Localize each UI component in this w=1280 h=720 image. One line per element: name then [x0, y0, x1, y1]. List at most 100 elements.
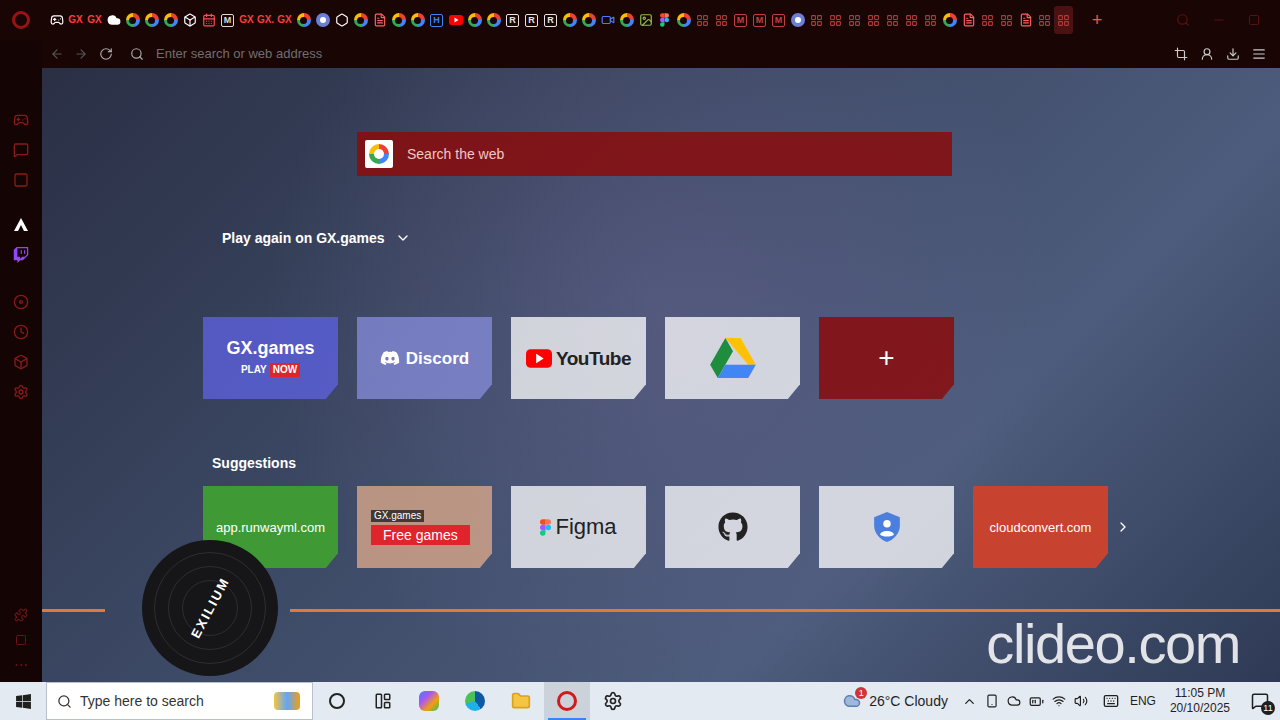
clock[interactable]: 11:05 PM20/10/2025: [1170, 686, 1240, 716]
tab[interactable]: [446, 6, 465, 34]
music-icon[interactable]: [13, 294, 29, 310]
snapshot-icon[interactable]: [1174, 47, 1188, 61]
play-again[interactable]: Play again on GX.games: [222, 228, 1280, 248]
tab[interactable]: [199, 6, 218, 34]
taskbar-app[interactable]: [498, 682, 544, 720]
tab[interactable]: [598, 6, 617, 34]
tab[interactable]: [693, 6, 712, 34]
suggestion-tile[interactable]: [819, 486, 954, 568]
tab[interactable]: R: [541, 6, 560, 34]
tray-chevron-icon[interactable]: [962, 694, 977, 709]
tab[interactable]: GX.: [256, 6, 275, 34]
tab[interactable]: [579, 6, 598, 34]
tab[interactable]: [465, 6, 484, 34]
reload-icon[interactable]: [99, 47, 113, 61]
tab[interactable]: M: [731, 6, 750, 34]
settings-icon[interactable]: [13, 384, 29, 400]
taskbar-search[interactable]: Type here to search: [46, 682, 313, 720]
tab[interactable]: [617, 6, 636, 34]
taskbar-app[interactable]: [544, 682, 590, 720]
tab[interactable]: GX: [66, 6, 85, 34]
phone-icon[interactable]: [985, 694, 999, 708]
start-button[interactable]: [0, 682, 46, 720]
notifications[interactable]: 11: [1240, 682, 1280, 720]
suggestion-tile[interactable]: [665, 486, 800, 568]
tab[interactable]: [826, 6, 845, 34]
tab[interactable]: [883, 6, 902, 34]
tab[interactable]: [313, 6, 332, 34]
music-player[interactable]: EXILIUM: [142, 540, 278, 676]
tab[interactable]: M: [769, 6, 788, 34]
back-icon[interactable]: [50, 47, 64, 61]
sidebar-more[interactable]: ⋯: [14, 658, 28, 672]
messenger-icon[interactable]: [13, 142, 29, 158]
tab[interactable]: H: [427, 6, 446, 34]
speed-dial-tile[interactable]: [665, 317, 800, 399]
tab[interactable]: [902, 6, 921, 34]
aria-icon[interactable]: [13, 217, 29, 233]
tab[interactable]: [674, 6, 693, 34]
forward-icon[interactable]: [74, 47, 88, 61]
tab[interactable]: [1054, 6, 1073, 34]
tab[interactable]: [636, 6, 655, 34]
gx-control-icon[interactable]: [13, 112, 29, 128]
keyboard-icon[interactable]: [1102, 693, 1120, 709]
next-icon[interactable]: [1115, 519, 1131, 535]
tab[interactable]: M: [750, 6, 769, 34]
tab[interactable]: GX: [237, 6, 256, 34]
tab-search-icon[interactable]: [1176, 13, 1190, 27]
search-box[interactable]: Search the web: [357, 132, 952, 176]
tab[interactable]: R: [503, 6, 522, 34]
tab[interactable]: [978, 6, 997, 34]
suggestion-tile[interactable]: cloudconvert.com: [973, 486, 1108, 568]
wifi-icon[interactable]: [1052, 694, 1066, 708]
language[interactable]: ENG: [1130, 692, 1170, 710]
tab[interactable]: [47, 6, 66, 34]
tab[interactable]: [294, 6, 313, 34]
tab[interactable]: [788, 6, 807, 34]
battery-icon[interactable]: [1029, 694, 1044, 709]
taskbar-app[interactable]: [406, 682, 452, 720]
new-tab-button[interactable]: +: [1083, 6, 1111, 34]
onedrive-icon[interactable]: [1007, 694, 1021, 708]
tab[interactable]: [1035, 6, 1054, 34]
tab[interactable]: [351, 6, 370, 34]
history-icon[interactable]: [13, 324, 29, 340]
download-icon[interactable]: [1226, 47, 1240, 61]
tab[interactable]: R: [522, 6, 541, 34]
tab[interactable]: [1016, 6, 1035, 34]
minimize-icon[interactable]: [1212, 13, 1226, 27]
tab[interactable]: [332, 6, 351, 34]
tab[interactable]: [864, 6, 883, 34]
tab[interactable]: [180, 6, 199, 34]
extensions-icon[interactable]: [13, 354, 29, 370]
tab[interactable]: [123, 6, 142, 34]
tab[interactable]: [845, 6, 864, 34]
tab[interactable]: GX: [275, 6, 294, 34]
taskbar-app[interactable]: [314, 682, 360, 720]
instagram-icon[interactable]: [13, 172, 29, 188]
player-icon[interactable]: [14, 608, 28, 622]
maximize-icon[interactable]: [1248, 14, 1260, 26]
tab[interactable]: [161, 6, 180, 34]
tab[interactable]: [940, 6, 959, 34]
suggestion-tile[interactable]: GX.gamesFree games: [357, 486, 492, 568]
suggestion-tile[interactable]: Figma: [511, 486, 646, 568]
add-tile[interactable]: +: [819, 317, 954, 399]
taskbar-app[interactable]: [590, 682, 636, 720]
tab[interactable]: [389, 6, 408, 34]
tab[interactable]: [560, 6, 579, 34]
tab[interactable]: GX: [85, 6, 104, 34]
tab[interactable]: [997, 6, 1016, 34]
tab[interactable]: [655, 6, 674, 34]
tab[interactable]: [408, 6, 427, 34]
taskbar-app[interactable]: [360, 682, 406, 720]
twitch-icon[interactable]: [13, 247, 29, 263]
easy-setup-icon[interactable]: [1252, 47, 1266, 61]
gx-corner-icon[interactable]: [15, 634, 27, 646]
tab[interactable]: [142, 6, 161, 34]
tab[interactable]: [959, 6, 978, 34]
tab[interactable]: [921, 6, 940, 34]
tab[interactable]: [104, 6, 123, 34]
weather[interactable]: 126°C Cloudy: [841, 691, 962, 712]
